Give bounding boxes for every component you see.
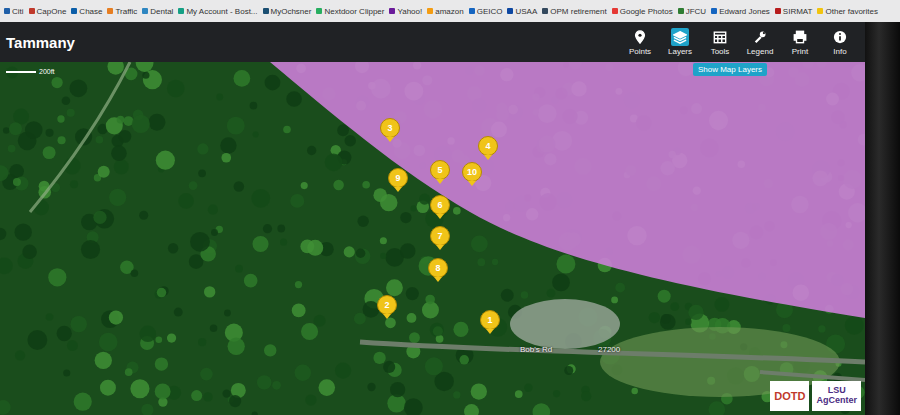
- bookmark[interactable]: Chase: [71, 7, 102, 16]
- bookmark[interactable]: amazon: [427, 7, 463, 16]
- logo: DOTD: [770, 381, 809, 411]
- toolbar: Points Layers Tools Legend Print Info: [621, 25, 859, 59]
- favicon-icon: [71, 8, 77, 14]
- map-pin[interactable]: 6: [430, 195, 450, 219]
- pin-icon: [631, 28, 649, 46]
- favicon-icon: [817, 8, 823, 14]
- flood-zone[interactable]: [270, 62, 865, 318]
- bookmarks-bar: Citi CapOne Chase Traffic Dental My Acco…: [0, 0, 900, 22]
- bookmark[interactable]: MyOchsner: [263, 7, 312, 16]
- logo: LSUAgCenter: [812, 381, 861, 411]
- favicon-icon: [107, 8, 113, 14]
- favicon-icon: [4, 8, 10, 14]
- toolbar-button[interactable]: Layers: [661, 25, 699, 59]
- map-pin[interactable]: 7: [430, 226, 450, 250]
- toolbar-button[interactable]: Points: [621, 25, 659, 59]
- favicon-icon: [542, 8, 548, 14]
- app-header: Tammany Points Layers Tools Legend Print…: [0, 22, 865, 62]
- toolbar-button[interactable]: Info: [821, 25, 859, 59]
- wrench-icon: [751, 28, 769, 46]
- bookmark[interactable]: Nextdoor Clipper: [316, 7, 384, 16]
- map-pin[interactable]: 4: [478, 136, 498, 160]
- bookmark[interactable]: Traffic: [107, 7, 137, 16]
- favicon-icon: [427, 8, 433, 14]
- bookmark[interactable]: Other favorites: [817, 7, 877, 16]
- favicon-icon: [263, 8, 269, 14]
- monitor-bezel: [865, 22, 900, 415]
- map-pin[interactable]: 9: [388, 168, 408, 192]
- favicon-icon: [316, 8, 322, 14]
- favicon-icon: [507, 8, 513, 14]
- favicon-icon: [678, 8, 684, 14]
- toolbar-button[interactable]: Tools: [701, 25, 739, 59]
- favicon-icon: [775, 8, 781, 14]
- bookmark[interactable]: Edward Jones: [711, 7, 770, 16]
- favicon-icon: [29, 8, 35, 14]
- favicon-icon: [389, 8, 395, 14]
- favicon-icon: [142, 8, 148, 14]
- road-label: Bob's Rd: [520, 345, 552, 354]
- screen: Citi CapOne Chase Traffic Dental My Acco…: [0, 0, 900, 415]
- scale-bar: 200ft: [6, 68, 55, 75]
- favicon-icon: [469, 8, 475, 14]
- map-pin[interactable]: 10: [462, 162, 482, 186]
- bookmark[interactable]: CapOne: [29, 7, 67, 16]
- bookmark[interactable]: OPM retirement: [542, 7, 606, 16]
- bookmark[interactable]: SIRMAT: [775, 7, 813, 16]
- tooltip: Show Map Layers: [693, 63, 767, 76]
- grid-icon: [711, 28, 729, 46]
- map[interactable]: 200ft Bob's Rd 27200 1 2 3 4 5 6 7 8 9 10…: [0, 62, 865, 415]
- map-pin[interactable]: 5: [430, 160, 450, 184]
- toolbar-button[interactable]: Print: [781, 25, 819, 59]
- map-pin[interactable]: 2: [377, 295, 397, 319]
- bookmark[interactable]: My Account - Bost...: [178, 7, 257, 16]
- print-icon: [791, 28, 809, 46]
- layers-icon: [671, 28, 689, 46]
- bookmark[interactable]: GEICO: [469, 7, 503, 16]
- map-pin[interactable]: 3: [380, 118, 400, 142]
- bookmark[interactable]: USAA: [507, 7, 537, 16]
- toolbar-button[interactable]: Legend: [741, 25, 779, 59]
- bookmark[interactable]: Citi: [4, 7, 24, 16]
- map-pin[interactable]: 8: [428, 258, 448, 282]
- app-title: Tammany: [6, 34, 75, 51]
- bookmark[interactable]: JFCU: [678, 7, 706, 16]
- bookmark[interactable]: Dental: [142, 7, 173, 16]
- info-icon: [831, 28, 849, 46]
- bookmark[interactable]: Google Photos: [612, 7, 673, 16]
- favicon-icon: [711, 8, 717, 14]
- bookmark[interactable]: Yahoo!: [389, 7, 422, 16]
- map-pin[interactable]: 1: [480, 310, 500, 334]
- road-label: 27200: [598, 345, 620, 354]
- logos: DOTDLSUAgCenter: [770, 381, 861, 411]
- favicon-icon: [612, 8, 618, 14]
- favicon-icon: [178, 8, 184, 14]
